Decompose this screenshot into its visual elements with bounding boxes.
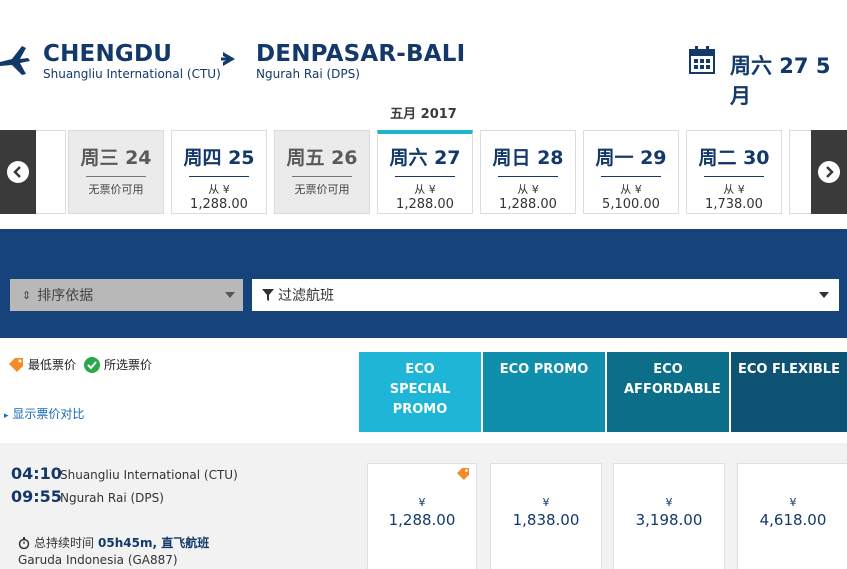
- from-label: 从 ¥: [517, 183, 539, 196]
- date-label: 周四 25: [183, 147, 255, 169]
- from-label: 从 ¥: [414, 183, 436, 196]
- filter-dropdown[interactable]: 过滤航班: [252, 279, 839, 311]
- date-price: 1,288.00: [396, 197, 454, 212]
- date-card-25[interactable]: 周四 25 从 ¥ 1,288.00: [171, 130, 267, 214]
- origin-airport: Shuangliu International (CTU): [43, 67, 221, 81]
- arrive-airport: Ngurah Rai (DPS): [60, 491, 164, 505]
- from-label: 从 ¥: [723, 183, 745, 196]
- fare-price: 3,198.00: [635, 511, 703, 529]
- fare-header-eco-special-promo[interactable]: ECO SPECIAL PROMO: [359, 352, 481, 432]
- month-label: 五月 2017: [390, 107, 457, 122]
- currency-symbol: ¥: [665, 496, 673, 509]
- chevron-right-icon: [818, 161, 840, 183]
- date-card-24: 周三 24 无票价可用: [68, 130, 164, 214]
- depart-time: 04:10: [11, 464, 62, 483]
- flight-duration: 总持续时间 05h45m, 直飞航班: [18, 534, 209, 551]
- origin-city: CHENGDU: [43, 41, 173, 67]
- date-label: 周一 29: [595, 147, 667, 169]
- prev-dates-button[interactable]: [0, 130, 36, 214]
- fare-legend: 最低票价 所选票价: [8, 356, 152, 373]
- date-label: 周三 24: [80, 147, 152, 169]
- date-price: 5,100.00: [602, 197, 660, 212]
- from-label: 从 ¥: [208, 183, 230, 196]
- depart-airport: Shuangliu International (CTU): [60, 468, 238, 482]
- date-label: 周六 27: [389, 147, 461, 169]
- date-price: 1,288.00: [190, 197, 248, 212]
- arrive-time: 09:55: [11, 487, 62, 506]
- fare-header-eco-affordable[interactable]: ECO AFFORDABLE: [607, 352, 729, 432]
- check-circle-icon: [84, 356, 101, 373]
- filter-bar: ⇕ 排序依据 过滤航班: [0, 229, 847, 338]
- chevron-left-icon: [7, 161, 29, 183]
- currency-symbol: ¥: [789, 496, 797, 509]
- fare-header-eco-promo[interactable]: ECO PROMO: [483, 352, 605, 432]
- sort-icon: ⇕: [22, 288, 32, 302]
- price-cell-eco-flexible[interactable]: ¥ 4,618.00: [737, 463, 847, 569]
- filter-icon: [262, 289, 274, 301]
- sort-dropdown[interactable]: ⇕ 排序依据: [10, 279, 243, 311]
- date-label: 周日 28: [492, 147, 564, 169]
- lowest-fare-tag-icon: [457, 468, 469, 480]
- filter-label: 过滤航班: [278, 288, 334, 304]
- price-cell-eco-affordable[interactable]: ¥ 3,198.00: [613, 463, 725, 569]
- flight-row: 04:10 Shuangliu International (CTU) 09:5…: [0, 443, 847, 569]
- show-fare-compare-link[interactable]: ▸ 显示票价对比: [4, 405, 84, 422]
- caret-down-icon: [225, 292, 235, 298]
- arrow-right-icon: [221, 52, 235, 66]
- date-card-29[interactable]: 周一 29 从 ¥ 5,100.00: [583, 130, 679, 214]
- date-price: 1,738.00: [705, 197, 763, 212]
- destination-airport: Ngurah Rai (DPS): [256, 67, 360, 81]
- fare-price: 1,838.00: [512, 511, 580, 529]
- fare-price: 4,618.00: [759, 511, 827, 529]
- date-card-30[interactable]: 周二 30 从 ¥ 1,738.00: [686, 130, 782, 214]
- date-card-26: 周五 26 无票价可用: [274, 130, 370, 214]
- date-price: 1,288.00: [499, 197, 557, 212]
- sort-label: 排序依据: [37, 288, 94, 304]
- airline-flight-number: Garuda Indonesia (GA887): [18, 553, 178, 567]
- price-cell-eco-promo[interactable]: ¥ 1,838.00: [490, 463, 602, 569]
- selected-date[interactable]: 周六 27 5月: [730, 50, 847, 110]
- date-label: 周五 26: [286, 147, 358, 169]
- price-cell-eco-special-promo[interactable]: ¥ 1,288.00: [367, 463, 477, 569]
- currency-symbol: ¥: [418, 496, 426, 509]
- no-fare-text: 无票价可用: [88, 183, 144, 196]
- route-header: CHENGDU Shuangliu International (CTU) DE…: [0, 0, 847, 108]
- no-fare-text: 无票价可用: [294, 183, 350, 196]
- lowest-fare-tag-icon: [9, 357, 23, 372]
- legend-selected: 所选票价: [104, 358, 153, 372]
- chevron-right-small-icon: ▸: [4, 411, 9, 421]
- fare-price: 1,288.00: [388, 511, 456, 529]
- date-strip: 周三 24 无票价可用 周四 25 从 ¥ 1,288.00 周五 26 无票价…: [0, 128, 847, 216]
- destination-city: DENPASAR-BALI: [256, 41, 466, 67]
- caret-down-icon: [819, 292, 829, 298]
- from-label: 从 ¥: [620, 183, 642, 196]
- currency-symbol: ¥: [542, 496, 550, 509]
- plane-icon: [0, 46, 30, 75]
- date-card-27-selected[interactable]: 周六 27 从 ¥ 1,288.00: [377, 130, 473, 214]
- stopwatch-icon: [18, 536, 30, 549]
- next-dates-button[interactable]: [811, 130, 847, 214]
- legend-lowest: 最低票价: [28, 358, 77, 372]
- date-card-28[interactable]: 周日 28 从 ¥ 1,288.00: [480, 130, 576, 214]
- date-label: 周二 30: [698, 147, 770, 169]
- calendar-icon[interactable]: [689, 46, 715, 74]
- fare-header-eco-flexible[interactable]: ECO FLEXIBLE: [731, 352, 847, 432]
